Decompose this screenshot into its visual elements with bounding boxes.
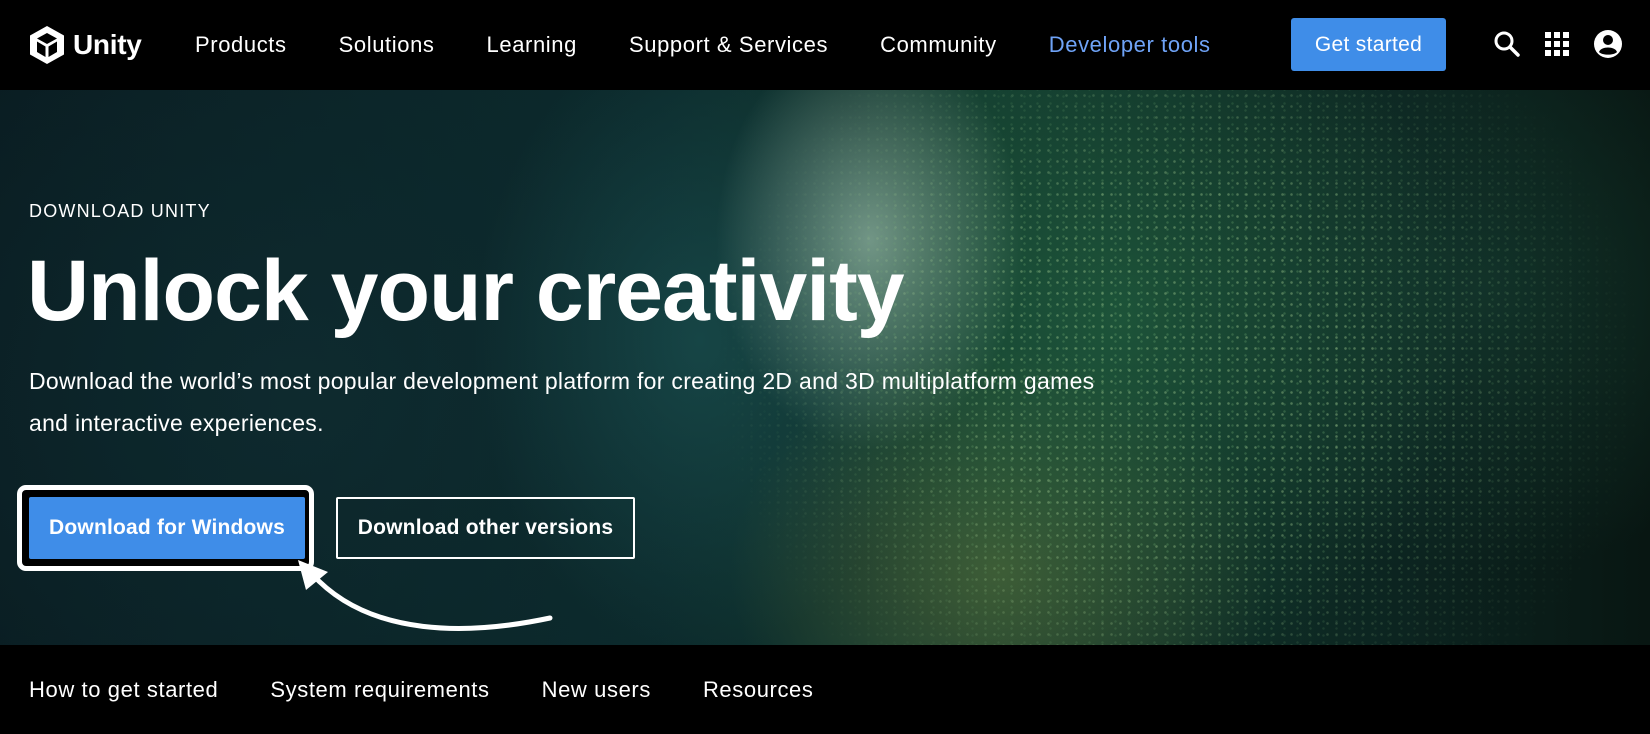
unity-cube-icon — [30, 26, 64, 64]
search-icon[interactable] — [1491, 28, 1523, 60]
get-started-button[interactable]: Get started — [1291, 18, 1446, 71]
nav-developer-tools[interactable]: Developer tools — [1049, 32, 1211, 58]
main-menu: Products Solutions Learning Support & Se… — [195, 0, 1263, 90]
apps-grid-icon[interactable] — [1541, 28, 1573, 60]
pointer-arrow-icon — [298, 560, 553, 631]
unity-logo[interactable]: Unity — [27, 23, 142, 67]
hero-eyebrow: DOWNLOAD UNITY — [29, 201, 211, 221]
hero-headline: Unlock your creativity — [27, 243, 905, 339]
hero-section: DOWNLOAD UNITY Unlock your creativity Do… — [0, 90, 1650, 645]
subnav-resources[interactable]: Resources — [703, 677, 814, 703]
subnav-how-to-get-started[interactable]: How to get started — [29, 677, 218, 703]
hero-subtitle: Download the world’s most popular develo… — [29, 368, 1095, 436]
download-other-versions-button[interactable]: Download other versions — [336, 497, 635, 559]
subnav-system-requirements[interactable]: System requirements — [270, 677, 489, 703]
subnav-new-users[interactable]: New users — [542, 677, 651, 703]
download-subnav: How to get started System requirements N… — [0, 645, 1650, 734]
download-for-windows-button[interactable]: Download for Windows — [29, 497, 305, 559]
top-navigation: Unity Products Solutions Learning Suppor… — [0, 0, 1650, 90]
logo-text: Unity — [73, 29, 142, 60]
nav-products[interactable]: Products — [195, 32, 287, 58]
account-icon[interactable] — [1592, 28, 1624, 60]
unity-download-page: Unity Products Solutions Learning Suppor… — [0, 0, 1650, 734]
nav-community[interactable]: Community — [880, 32, 997, 58]
nav-learning[interactable]: Learning — [487, 32, 577, 58]
nav-support-services[interactable]: Support & Services — [629, 32, 828, 58]
nav-solutions[interactable]: Solutions — [339, 32, 435, 58]
